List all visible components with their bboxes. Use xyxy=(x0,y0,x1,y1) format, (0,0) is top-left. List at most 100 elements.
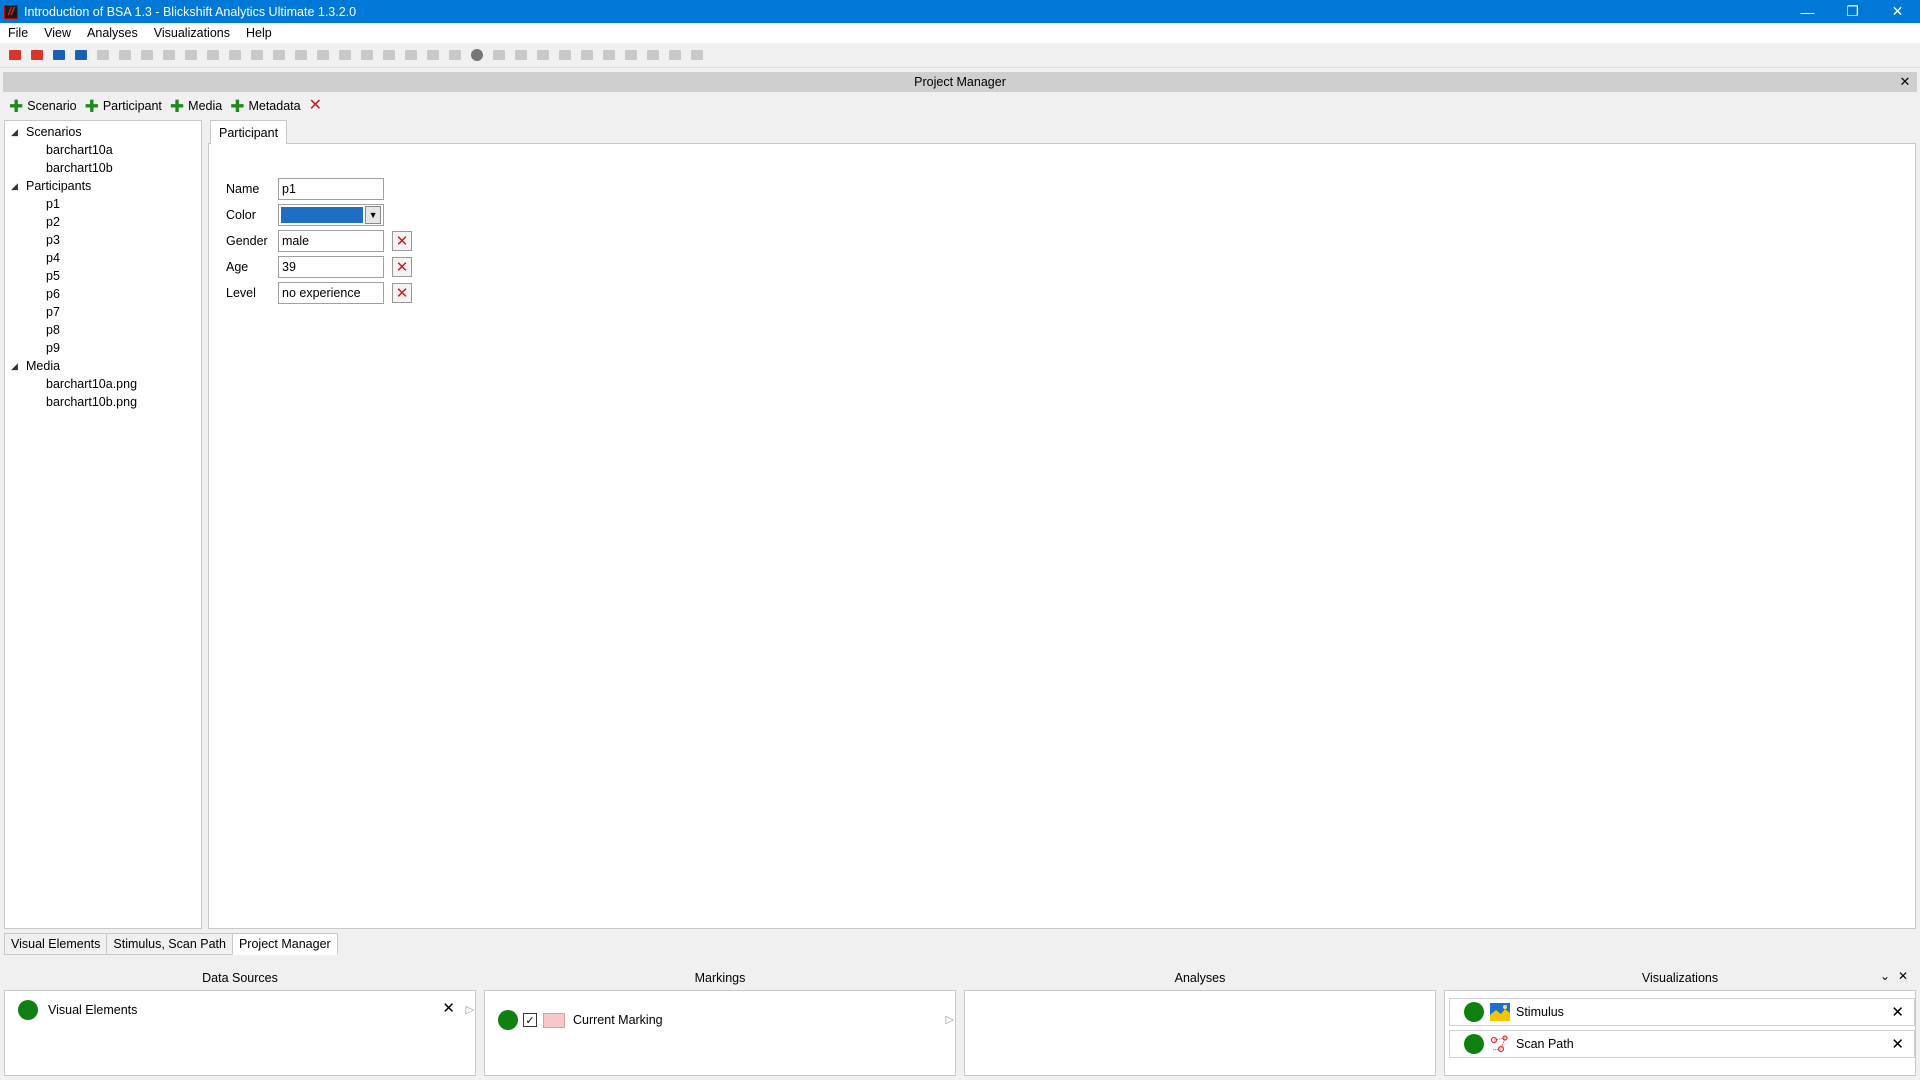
tree-item-scenario[interactable]: barchart10b xyxy=(5,159,201,177)
tree-item-participant[interactable]: p2 xyxy=(5,213,201,231)
remove-age-button[interactable]: ✕ xyxy=(392,257,412,277)
color-picker[interactable]: ▼ xyxy=(278,204,384,226)
columns-icon[interactable] xyxy=(248,46,266,64)
level-field[interactable]: no experience xyxy=(278,282,384,304)
add-participant-button[interactable]: ✚ Participant xyxy=(85,98,162,115)
menu-visualizations[interactable]: Visualizations xyxy=(146,26,238,40)
name-field[interactable]: p1 xyxy=(278,178,384,200)
delete-item-button[interactable]: ✕ xyxy=(309,98,322,114)
layers-icon[interactable] xyxy=(204,46,222,64)
tree-item-participant[interactable]: p6 xyxy=(5,285,201,303)
close-panel-icon[interactable]: ✕ xyxy=(1898,969,1908,983)
status-green-icon[interactable] xyxy=(1464,1034,1484,1054)
align-icon[interactable] xyxy=(160,46,178,64)
marking-item[interactable]: ✓ Current Marking xyxy=(498,1010,663,1030)
menu-view[interactable]: View xyxy=(36,26,79,40)
minimize-button[interactable]: — xyxy=(1785,0,1830,23)
expanded-triangle-icon[interactable]: ◢ xyxy=(11,361,26,372)
heatmap-icon[interactable] xyxy=(622,46,640,64)
settings-icon[interactable] xyxy=(688,46,706,64)
marking-color-swatch[interactable] xyxy=(543,1012,565,1028)
menu-file[interactable]: File xyxy=(0,26,36,40)
tree-item-participant[interactable]: p7 xyxy=(5,303,201,321)
scatter-icon[interactable] xyxy=(380,46,398,64)
tree-group-scenarios[interactable]: ◢ Scenarios xyxy=(5,123,201,141)
tree-item-scenario[interactable]: barchart10a xyxy=(5,141,201,159)
age-field[interactable]: 39 xyxy=(278,256,384,278)
chevron-down-icon[interactable]: ▼ xyxy=(365,206,381,224)
status-green-icon[interactable] xyxy=(498,1010,518,1030)
tree-item-participant[interactable]: p3 xyxy=(5,231,201,249)
restore-button[interactable]: ❐ xyxy=(1830,0,1875,23)
histogram-icon[interactable] xyxy=(446,46,464,64)
status-green-icon[interactable] xyxy=(18,1000,38,1020)
close-visualization-icon[interactable]: ✕ xyxy=(1891,1035,1904,1053)
play-icon[interactable]: ▷ xyxy=(466,1003,474,1016)
menu-help[interactable]: Help xyxy=(238,26,280,40)
open-project-icon[interactable] xyxy=(28,46,46,64)
expanded-triangle-icon[interactable]: ◢ xyxy=(11,127,26,138)
name-row: Name p1 xyxy=(226,178,384,200)
add-scenario-button[interactable]: ✚ Scenario xyxy=(9,98,77,115)
remove-gender-button[interactable]: ✕ xyxy=(392,231,412,251)
cluster-icon[interactable] xyxy=(402,46,420,64)
play-sequence-icon[interactable] xyxy=(314,46,332,64)
add-metadata-button[interactable]: ✚ Metadata xyxy=(230,98,300,115)
record-icon[interactable] xyxy=(468,46,486,64)
tree-group-participants[interactable]: ◢ Participants xyxy=(5,177,201,195)
play-icon[interactable]: ▷ xyxy=(946,1013,954,1026)
tree-item-media[interactable]: barchart10a.png xyxy=(5,375,201,393)
visualization-item-scan-path[interactable]: Scan Path ✕ xyxy=(1449,1030,1915,1058)
menu-analyses[interactable]: Analyses xyxy=(79,26,146,40)
split-icon[interactable] xyxy=(336,46,354,64)
close-visualization-icon[interactable]: ✕ xyxy=(1891,1003,1904,1021)
aoi-define-icon[interactable] xyxy=(94,46,112,64)
tab-stimulus-scan-path[interactable]: Stimulus, Scan Path xyxy=(106,933,233,955)
tree-item-participant[interactable]: p8 xyxy=(5,321,201,339)
expanded-triangle-icon[interactable]: ◢ xyxy=(11,181,26,192)
data-source-item[interactable]: Visual Elements xyxy=(18,1000,137,1020)
analyses-title: Analyses xyxy=(1174,971,1226,985)
table-icon[interactable] xyxy=(556,46,574,64)
tree-item-participant[interactable]: p4 xyxy=(5,249,201,267)
close-window-button[interactable]: ✕ xyxy=(1875,0,1920,23)
network-icon[interactable] xyxy=(666,46,684,64)
tab-participant[interactable]: Participant xyxy=(210,120,288,144)
tab-visual-elements[interactable]: Visual Elements xyxy=(4,933,108,955)
save-icon[interactable] xyxy=(72,46,90,64)
lock-icon[interactable] xyxy=(534,46,552,64)
tab-project-manager[interactable]: Project Manager xyxy=(231,933,338,955)
remove-level-button[interactable]: ✕ xyxy=(392,283,412,303)
merge-icon[interactable] xyxy=(358,46,376,64)
visualization-label: Stimulus xyxy=(1516,1005,1564,1019)
import-icon[interactable] xyxy=(50,46,68,64)
tree-item-participant[interactable]: p9 xyxy=(5,339,201,357)
matrix-icon[interactable] xyxy=(600,46,618,64)
barchart-icon[interactable] xyxy=(644,46,662,64)
remove-data-source-icon[interactable]: ✕ xyxy=(442,999,455,1017)
tree-item-media[interactable]: barchart10b.png xyxy=(5,393,201,411)
grid-icon[interactable] xyxy=(578,46,596,64)
aoi-compare-icon[interactable] xyxy=(138,46,156,64)
sequence-icon[interactable] xyxy=(270,46,288,64)
transform-icon[interactable] xyxy=(490,46,508,64)
group-icon[interactable] xyxy=(182,46,200,64)
new-project-icon[interactable] xyxy=(6,46,24,64)
statistics-icon[interactable] xyxy=(512,46,530,64)
tree-item-participant[interactable]: p1 xyxy=(5,195,201,213)
visualization-item-stimulus[interactable]: Stimulus ✕ xyxy=(1449,998,1915,1026)
plus-icon: ✚ xyxy=(230,96,245,116)
transition-icon[interactable] xyxy=(292,46,310,64)
marking-checkbox[interactable]: ✓ xyxy=(523,1013,537,1027)
participant-detail-panel: Participant Name p1 Color ▼ Gender male … xyxy=(208,120,1916,929)
filter-icon[interactable] xyxy=(226,46,244,64)
tree-item-participant[interactable]: p5 xyxy=(5,267,201,285)
bars-icon[interactable] xyxy=(424,46,442,64)
aoi-query-icon[interactable] xyxy=(116,46,134,64)
add-media-button[interactable]: ✚ Media xyxy=(170,98,222,115)
close-project-manager-icon[interactable]: ✕ xyxy=(1897,74,1913,90)
gender-field[interactable]: male xyxy=(278,230,384,252)
status-green-icon[interactable] xyxy=(1464,1002,1484,1022)
tree-group-media[interactable]: ◢ Media xyxy=(5,357,201,375)
collapse-panel-icon[interactable]: ⌄ xyxy=(1880,969,1890,983)
